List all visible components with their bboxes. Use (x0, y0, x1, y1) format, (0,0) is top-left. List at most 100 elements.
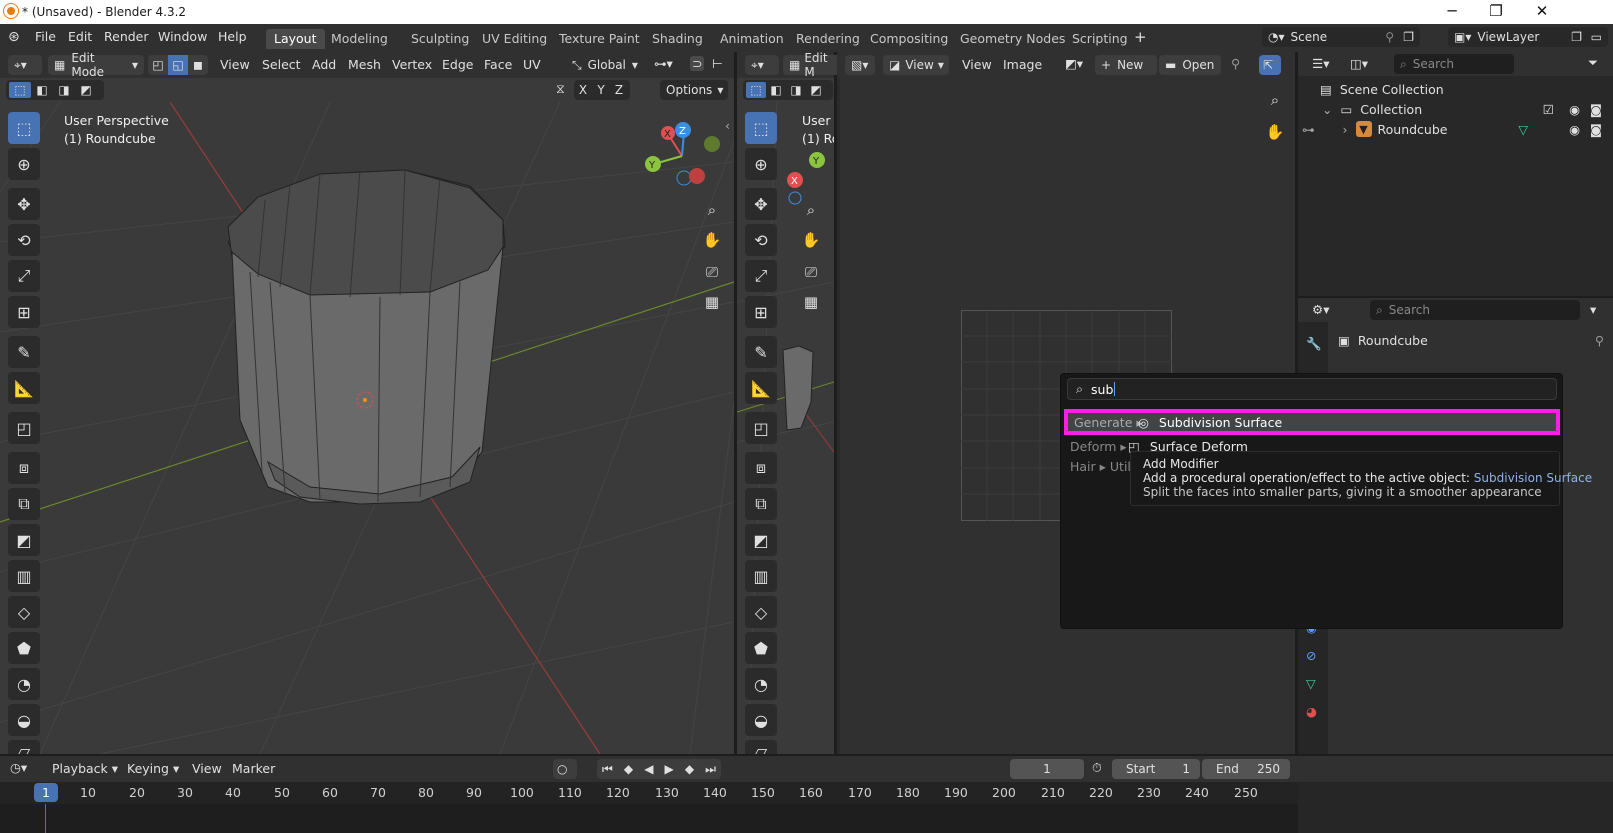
select-intersect-icon[interactable]: ◩ (806, 83, 826, 97)
stopwatch-icon[interactable]: ⏱ (1092, 760, 1102, 776)
select-new-icon[interactable]: ⬚ (746, 82, 766, 98)
viewlayer-selector[interactable]: ▣▾ ViewLayer ❐ ▭ (1448, 27, 1608, 47)
menu-window[interactable]: Window (158, 29, 207, 44)
tab-shading[interactable]: Shading (644, 29, 711, 49)
timeline-ruler[interactable]: 1 10 20 30 40 50 60 70 80 90 100 110 120… (0, 782, 1298, 804)
menu-vertex[interactable]: Vertex (392, 57, 432, 72)
pin-icon[interactable]: ⚲ (1385, 30, 1394, 44)
scale-tool-icon[interactable]: ⤢ (8, 260, 40, 292)
face-select-icon[interactable]: ◼ (188, 58, 208, 72)
material-tab-icon[interactable]: ◕ (1306, 704, 1317, 719)
constraints-tab-icon[interactable]: ⊘ (1306, 648, 1316, 663)
knife-tool-icon[interactable]: ◇ (745, 596, 777, 628)
snap-icon[interactable]: ⊃ (690, 56, 705, 71)
move-tool-icon[interactable]: ✥ (8, 188, 40, 220)
pin-icon[interactable]: ⚲ (1231, 56, 1240, 71)
sidebar-toggle-icon[interactable]: ‹ (725, 118, 730, 133)
transform-tool-icon[interactable]: ⊞ (8, 296, 40, 328)
open-image-button[interactable]: ▬ Open (1159, 55, 1221, 75)
start-frame-field[interactable]: Start 1 (1112, 759, 1200, 779)
transform-tool-icon[interactable]: ⊞ (745, 296, 777, 328)
scale-tool-icon[interactable]: ⤢ (745, 260, 777, 292)
cursor-tool-icon[interactable]: ⊕ (745, 148, 777, 180)
tool-tab-icon[interactable]: 🔧 (1306, 336, 1322, 352)
shear-tool-icon[interactable]: ▱ (745, 740, 777, 754)
eye-icon[interactable]: ◉ (1569, 122, 1580, 137)
new-image-button[interactable]: + New (1095, 55, 1157, 75)
edge-select-icon[interactable]: ◱ (168, 55, 188, 75)
new-scene-icon[interactable]: ❐ (1403, 30, 1414, 44)
transform-orientation[interactable]: ⤡ Global ▾ (566, 55, 648, 75)
properties-search-input[interactable]: ⌕ Search (1370, 300, 1580, 320)
menu-view[interactable]: View (962, 57, 992, 72)
poly-build-tool-icon[interactable]: ⬟ (8, 632, 40, 664)
outliner-editor-icon[interactable]: ☰▾ (1312, 56, 1329, 71)
scene-selector[interactable]: ◔▾ Scene ⚲ ❐ (1262, 27, 1420, 47)
auto-keying-icon[interactable]: ○ (553, 759, 577, 779)
extrude-tool-icon[interactable]: ⧈ (8, 452, 40, 484)
inset-tool-icon[interactable]: ⧉ (745, 488, 777, 520)
select-box-tool-icon[interactable]: ⬚ (8, 112, 40, 144)
inset-tool-icon[interactable]: ⧉ (8, 488, 40, 520)
knife-tool-icon[interactable]: ◇ (8, 596, 40, 628)
select-extend-icon[interactable]: ◧ (31, 83, 53, 97)
loop-cut-tool-icon[interactable]: ▥ (8, 560, 40, 592)
camera-render-icon[interactable]: ◙ (1590, 122, 1602, 137)
menu-face[interactable]: Face (484, 57, 512, 72)
vertex-select-icon[interactable]: ◰ (148, 58, 168, 72)
select-box-tool-icon[interactable]: ⬚ (745, 112, 777, 144)
add-workspace-button[interactable]: + (1134, 28, 1147, 46)
tab-texture-paint[interactable]: Texture Paint (551, 29, 648, 49)
current-frame-field[interactable]: 1 (1010, 759, 1084, 779)
cursor-tool-icon[interactable]: ⊕ (8, 148, 40, 180)
mode-selector[interactable]: ▦ Edit Mode ▾ (48, 51, 144, 79)
menu-image[interactable]: Image (1003, 57, 1042, 72)
tab-layout[interactable]: Layout (266, 29, 325, 49)
menu-playback[interactable]: Playback ▾ (52, 761, 118, 776)
measure-tool-icon[interactable]: 📐 (8, 372, 40, 404)
timeline-body[interactable] (0, 804, 1298, 833)
menu-edit[interactable]: Edit (68, 29, 92, 44)
select-subtract-icon[interactable]: ◨ (786, 83, 806, 97)
tab-modeling[interactable]: Modeling (323, 29, 396, 49)
new-viewlayer-icon[interactable]: ❐ (1571, 30, 1582, 44)
collection-row[interactable]: ⌄ ▭ Collection ☑ ◉ ◙ (1322, 99, 1608, 119)
next-keyframe-icon[interactable]: ◆ (685, 762, 694, 776)
add-cube-tool-icon[interactable]: ◰ (8, 412, 40, 444)
zoom-icon[interactable]: ⌕ (797, 196, 825, 224)
mesh-data-icon[interactable]: ▽ (1518, 122, 1528, 137)
end-frame-field[interactable]: End 250 (1202, 759, 1290, 779)
tab-animation[interactable]: Animation (712, 29, 792, 49)
uv-sync-icon[interactable]: ⇱ (1259, 55, 1281, 75)
camera-icon[interactable]: ⎚ (698, 258, 726, 286)
tab-scripting[interactable]: Scripting (1064, 29, 1136, 49)
prev-keyframe-icon[interactable]: ◆ (624, 762, 633, 776)
mirror-z-button[interactable]: Z (610, 83, 628, 97)
3d-viewport-left[interactable]: ⬚ ⊕ ✥ ⟲ ⤢ ⊞ ✎ 📐 ◰ ⧈ ⧉ ◩ ▥ ◇ ⬟ ◔ ◒ ▱ User… (0, 102, 734, 754)
zoom-icon[interactable]: ⌕ (1261, 86, 1289, 114)
rotate-tool-icon[interactable]: ⟲ (745, 224, 777, 256)
editor-type-button[interactable]: ⌖▾ (745, 55, 779, 75)
bevel-tool-icon[interactable]: ◩ (8, 524, 40, 556)
menu-keying[interactable]: Keying ▾ (127, 761, 179, 776)
roundcube-row[interactable]: ⊶ › ▼ Roundcube ▽ ◉ ◙ (1302, 119, 1608, 139)
outliner-search-input[interactable]: ⌕ Search (1394, 54, 1514, 74)
menu-select[interactable]: Select (262, 57, 301, 72)
poly-build-tool-icon[interactable]: ⬟ (745, 632, 777, 664)
select-new-icon[interactable]: ⬚ (9, 82, 31, 98)
shear-tool-icon[interactable]: ▱ (8, 740, 40, 754)
move-tool-icon[interactable]: ✥ (745, 188, 777, 220)
playhead-frame[interactable]: 1 (34, 783, 58, 802)
pivot-icon[interactable]: ⊶▾ (654, 56, 673, 71)
annotate-tool-icon[interactable]: ✎ (745, 336, 777, 368)
menu-view[interactable]: View (192, 761, 222, 776)
snap-target-icon[interactable]: ⊢ (712, 56, 723, 71)
perspective-grid-icon[interactable]: ▦ (698, 288, 726, 316)
chevron-down-icon[interactable]: ▾ (1590, 302, 1596, 317)
menu-help[interactable]: Help (218, 29, 247, 44)
view-mode-selector[interactable]: ◪ View ▾ (883, 55, 949, 75)
tab-sculpting[interactable]: Sculpting (403, 29, 477, 49)
3d-viewport-mid[interactable]: ⬚ ⊕ ✥ ⟲ ⤢ ⊞ ✎ 📐 ◰ ⧈ ⧉ ◩ ▥ ◇ ⬟ ◔ ◒ ▱ User… (737, 102, 834, 754)
jump-end-icon[interactable]: ⏭ (705, 762, 716, 777)
timeline-editor-icon[interactable]: ◷▾ (10, 760, 27, 775)
